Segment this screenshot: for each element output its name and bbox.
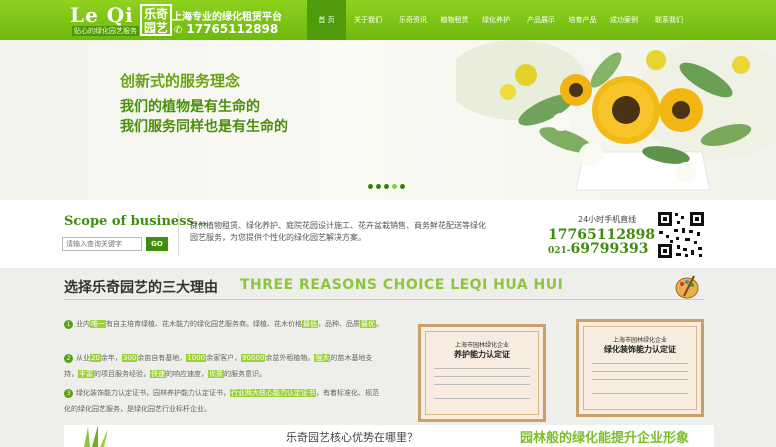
certificate-line (434, 398, 530, 399)
advantages-question: 乐奇园艺核心优势在哪里？ (286, 431, 418, 444)
reason-text: 绿化装饰能力认定证书，园林养护能力认定证书， (76, 389, 230, 397)
search-input[interactable] (62, 237, 142, 251)
reason-number: 1 (64, 319, 73, 329)
slider-dot-5[interactable] (400, 184, 405, 189)
reasons-heading-en: THREE REASONS CHOICE LEQI HUA HUI (240, 277, 564, 293)
logo-chinese-mark: 乐奇园艺 (140, 4, 172, 36)
logo-subtitle: 贴心的绿化园艺服务 (72, 26, 139, 36)
reason-text: 从业 (76, 354, 90, 362)
reason-item-2: 2 从业20余年，300余亩自有基地，1000余家客户，90000余盆外租植物。强… (64, 350, 384, 382)
certificate-frame: 上海市园林绿化企业 养护能力认定证 (425, 331, 539, 415)
reason-highlight: 1000 (186, 354, 207, 362)
reason-text: 余家客户， (206, 354, 242, 362)
certificate-frame: 上海市园林绿化企业 绿化装饰能力认定证 (583, 326, 697, 410)
banner-line-2: 我们的植物是有生命的 (120, 99, 260, 115)
business-bar: Scope of business... GO 提供植物租赁、绿化养护、庭院花园… (0, 200, 776, 268)
reason-text: 的响应速度， (166, 370, 208, 378)
grass-icon (84, 425, 108, 447)
reason-text: 。 (376, 320, 383, 328)
certificate-line (592, 371, 688, 372)
reason-highlight: 优质 (208, 370, 224, 378)
reasons-section: 选择乐奇园艺的三大理由 THREE REASONS CHOICE LEQI HU… (0, 268, 776, 447)
reasons-divider (64, 299, 704, 300)
banner-line-3: 我们服务同样也是有生命的 (120, 119, 288, 135)
nav-item-about[interactable]: 关于我们 (345, 0, 391, 40)
main-nav: 首 页 关于我们 乐奇资讯 植物租赁 绿化养护 产品展示 培育产品 成功案例 联… (307, 0, 691, 40)
reason-highlight: 20 (90, 354, 101, 362)
advantages-tagline: 园林般的绿化能提升企业形象 (520, 431, 690, 446)
certificate-title: 养护能力认定证 (454, 350, 510, 359)
hotline-landline-number: 69799393 (570, 241, 649, 257)
certificate-line (434, 384, 530, 385)
maintenance-certificate[interactable]: 上海市园林绿化企业 养护能力认定证 (418, 324, 546, 422)
reason-text: 有自主培育绿植、花木能力的绿化园艺服务商。绿植、花木价格 (106, 320, 302, 328)
reasons-heading: 选择乐奇园艺的三大理由 (64, 280, 218, 296)
certificate-org: 上海市园林绿化企业 (454, 342, 509, 349)
certificate-line (434, 376, 530, 377)
reason-text: 余年， (100, 354, 122, 362)
nav-item-news[interactable]: 乐奇资讯 (390, 0, 436, 40)
reason-highlight: 300 (121, 354, 138, 362)
nav-item-maintenance[interactable]: 绿化养护 (473, 0, 519, 40)
page: Le Qi 乐奇园艺 贴心的绿化园艺服务 上海专业的绿化租赁平台 ✆ 177651… (0, 0, 776, 447)
reason-text: 业内 (76, 320, 90, 328)
certificate-line (434, 368, 530, 369)
palette-icon (675, 275, 699, 299)
banner-headline: 创新式的服务理念 (120, 72, 241, 90)
certificate-line (592, 363, 688, 364)
search-go-button[interactable]: GO (146, 237, 168, 251)
reason-highlight: 强大 (314, 354, 331, 362)
slider-dot-4[interactable] (392, 184, 397, 189)
business-scope-title: Scope of business... (64, 214, 208, 229)
reason-item-1: 1 业内唯一有自主培育绿植、花木能力的绿化园艺服务商。绿植、花木价格最低，品种、品… (64, 316, 384, 332)
slider-dots (368, 184, 405, 189)
hotline-landline: 021-69799393 (548, 241, 648, 257)
business-divider (178, 212, 179, 256)
header-slogan: 上海专业的绿化租赁平台 (172, 12, 282, 23)
nav-item-home[interactable]: 首 页 (307, 0, 346, 40)
decoration-certificate[interactable]: 上海市园林绿化企业 绿化装饰能力认定证 (576, 319, 704, 417)
reason-number: 2 (64, 353, 73, 363)
certificate-title: 绿化装饰能力认定证 (604, 345, 676, 354)
slider-dot-3[interactable] (384, 184, 389, 189)
header-phone: ✆ 17765112898 (174, 22, 278, 36)
hero-banner[interactable]: 创新式的服务理念 我们的植物是有生命的 我们服务同样也是有生命的 (0, 40, 776, 200)
nav-item-cases[interactable]: 成功案例 (601, 0, 647, 40)
reason-number: 3 (64, 388, 73, 398)
slider-dot-1[interactable] (368, 184, 373, 189)
certificate-line (592, 393, 688, 394)
certificate-org: 上海市园林绿化企业 (612, 337, 667, 344)
site-header: Le Qi 乐奇园艺 贴心的绿化园艺服务 上海专业的绿化租赁平台 ✆ 177651… (0, 0, 776, 40)
header-phone-number: 17765112898 (186, 22, 279, 36)
nav-item-contact[interactable]: 联系我们 (646, 0, 692, 40)
nav-item-cultivation[interactable]: 培育产品 (563, 0, 602, 40)
reason-highlight: 唯一 (90, 320, 106, 328)
reason-text: 余亩自有基地， (137, 354, 187, 362)
reason-text: ，品种、品质 (318, 320, 360, 328)
reason-item-3: 3 绿化装饰能力认定证书，园林养护能力认定证书，行业两大核心能力认定证书，有着标准… (64, 385, 384, 417)
advantages-strip: 乐奇园艺核心优势在哪里？ 园林般的绿化能提升企业形象 (64, 425, 714, 447)
nav-item-products[interactable]: 产品展示 (518, 0, 564, 40)
reason-highlight: 丰富 (78, 370, 94, 378)
phone-icon: ✆ (174, 25, 183, 36)
reason-highlight: 最低 (302, 320, 318, 328)
reason-highlight: 最优 (360, 320, 376, 328)
reason-text: 的服务意识。 (224, 370, 266, 378)
reason-highlight: 行业两大核心能力认定证书 (230, 389, 316, 397)
hotline-area-code: 021- (548, 246, 571, 256)
certificate-line (592, 379, 688, 380)
qr-code-icon (656, 210, 706, 260)
business-description: 提供植物租赁、绿化养护、庭院花园设计施工、花卉盆栽销售、商务鲜花配送等绿化园艺服… (190, 221, 486, 242)
reason-text: 的项目服务经验， (94, 370, 150, 378)
reason-highlight: 快速 (150, 370, 166, 378)
slider-dot-2[interactable] (376, 184, 381, 189)
hotline-label: 24小时手机直线 (578, 215, 637, 224)
nav-item-rental[interactable]: 植物租赁 (435, 0, 474, 40)
flower-arrangement-image (456, 40, 776, 191)
reason-highlight: 90000 (241, 354, 266, 362)
logo[interactable]: Le Qi 乐奇园艺 贴心的绿化园艺服务 (70, 3, 172, 37)
reason-text: 余盆外租植物。 (265, 354, 315, 362)
logo-letters: Le Qi (70, 3, 134, 27)
